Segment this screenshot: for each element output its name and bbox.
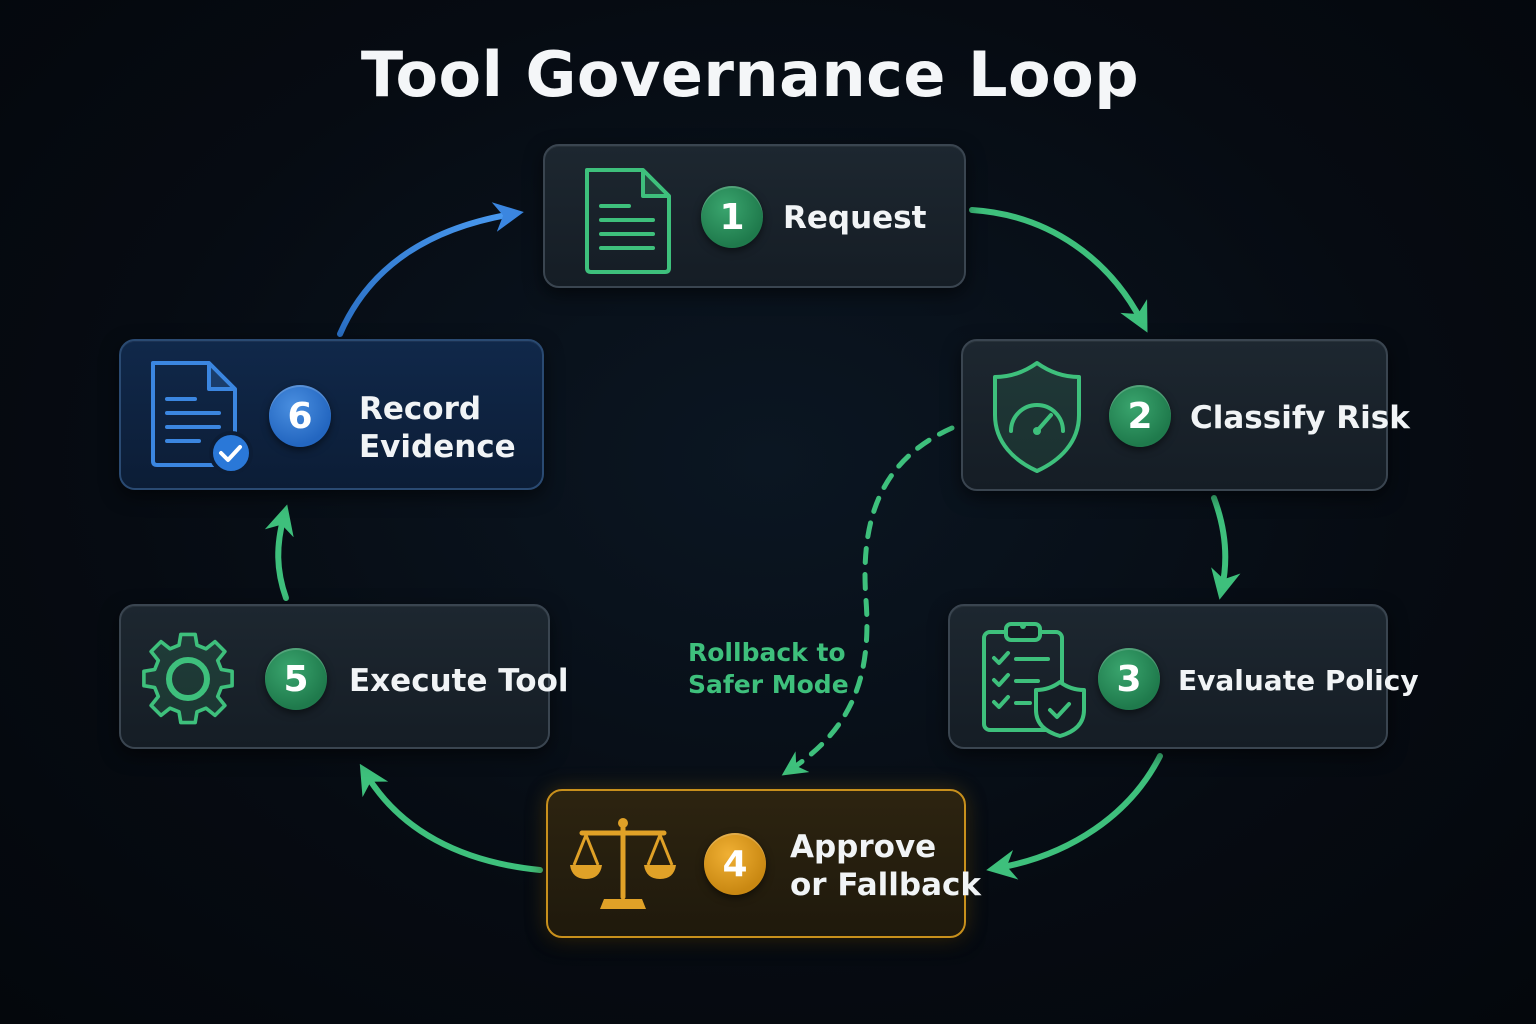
step-number-badge: 1 [701, 186, 763, 248]
arrow-classify-to-evaluate [1211, 495, 1241, 600]
step-label: Approve or Fallback [790, 829, 982, 903]
step-number-badge: 3 [1098, 648, 1160, 710]
scales-icon [570, 818, 676, 909]
step-number-badge: 2 [1109, 385, 1171, 447]
step-label: Request [783, 200, 927, 236]
gear-icon [142, 632, 234, 725]
shield-gauge-icon [993, 361, 1081, 473]
arrow-rollback [781, 425, 955, 776]
step-label: Classify Risk [1190, 400, 1410, 436]
step-label: Record Evidence [359, 391, 516, 465]
step-card-execute-tool[interactable]: 5 Execute Tool [119, 604, 569, 749]
arrow-record-to-request [337, 202, 524, 337]
arrow-request-to-classify [969, 207, 1148, 333]
step-card-approve-or-fallback[interactable]: 4 Approve or Fallback [546, 789, 981, 938]
arrow-execute-to-record [264, 504, 294, 601]
document-check-icon [151, 361, 253, 475]
rollback-label: Rollback to Safer Mode [688, 638, 849, 699]
step-card-record-evidence[interactable]: 6 Record Evidence [119, 339, 544, 490]
arrow-evaluate-to-approve [986, 753, 1163, 880]
step-number-badge: 6 [269, 385, 331, 447]
clipboard-checklist-icon [982, 622, 1086, 738]
step-number-badge: 4 [704, 833, 766, 895]
document-icon [585, 168, 671, 274]
step-label: Execute Tool [349, 663, 569, 699]
step-card-request[interactable]: 1 Request [543, 144, 966, 288]
arrow-approve-to-execute [359, 763, 543, 873]
step-number-badge: 5 [265, 648, 327, 710]
step-card-evaluate-policy[interactable]: 3 Evaluate Policy [948, 604, 1419, 749]
step-label: Evaluate Policy [1178, 664, 1419, 697]
step-card-classify-risk[interactable]: 2 Classify Risk [961, 339, 1410, 491]
